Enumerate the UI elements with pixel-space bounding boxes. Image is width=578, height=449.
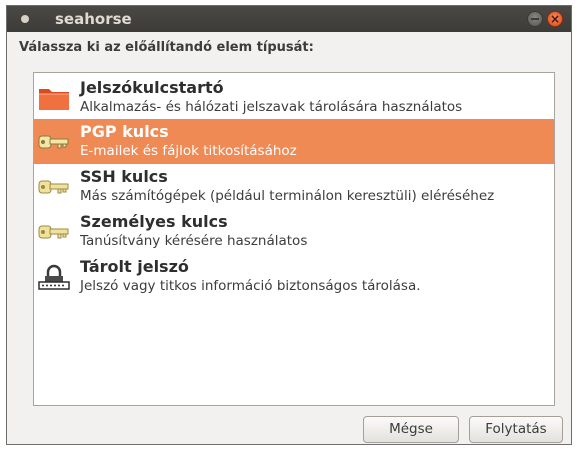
close-icon[interactable]: × — [547, 11, 563, 27]
cancel-button[interactable]: Mégse — [363, 416, 459, 443]
item-description: Alkalmazás- és hálózati jelszavak tárolá… — [80, 99, 463, 115]
item-description: Jelszó vagy titkos információ biztonságo… — [80, 278, 421, 294]
list-item-personal-key[interactable]: Személyes kulcs Tanúsítvány kérésére has… — [34, 209, 554, 254]
prompt-label: Válassza ki az előállítandó elem típusát… — [19, 40, 314, 55]
item-title: Tárolt jelszó — [80, 257, 189, 276]
window-menu-icon[interactable] — [21, 15, 29, 23]
window-title: seahorse — [55, 10, 132, 28]
continue-button[interactable]: Folytatás — [469, 416, 563, 443]
item-description: Tanúsítvány kérésére használatos — [80, 233, 308, 249]
list-item-stored-password[interactable]: Tárolt jelszó Jelszó vagy titkos informá… — [34, 254, 554, 299]
key-icon — [38, 180, 69, 194]
item-title: Személyes kulcs — [80, 212, 228, 231]
list-item-keyring[interactable]: Jelszókulcstartó Alkalmazás- és hálózati… — [34, 75, 554, 120]
title-bar[interactable]: seahorse × — [7, 6, 571, 32]
item-description: Más számítógépek (például terminálon ker… — [80, 188, 495, 204]
key-icon — [38, 225, 69, 239]
item-title: SSH kulcs — [80, 167, 168, 186]
item-description: E-mailek és fájlok titkosításához — [80, 143, 297, 159]
folder-icon — [39, 89, 69, 110]
password-lock-icon — [38, 264, 70, 290]
item-title: PGP kulcs — [80, 122, 169, 141]
item-title: Jelszókulcstartó — [80, 78, 224, 97]
list-item-ssh-key[interactable]: SSH kulcs Más számítógépek (például term… — [34, 164, 554, 209]
dialog-window: seahorse × Válassza ki az előállítandó e… — [6, 5, 572, 445]
list-item-pgp-key[interactable]: PGP kulcs E-mailek és fájlok titkosításá… — [34, 119, 554, 164]
item-type-list[interactable]: Jelszókulcstartó Alkalmazás- és hálózati… — [33, 72, 555, 406]
minimize-icon[interactable] — [527, 11, 543, 27]
key-icon — [38, 135, 69, 149]
